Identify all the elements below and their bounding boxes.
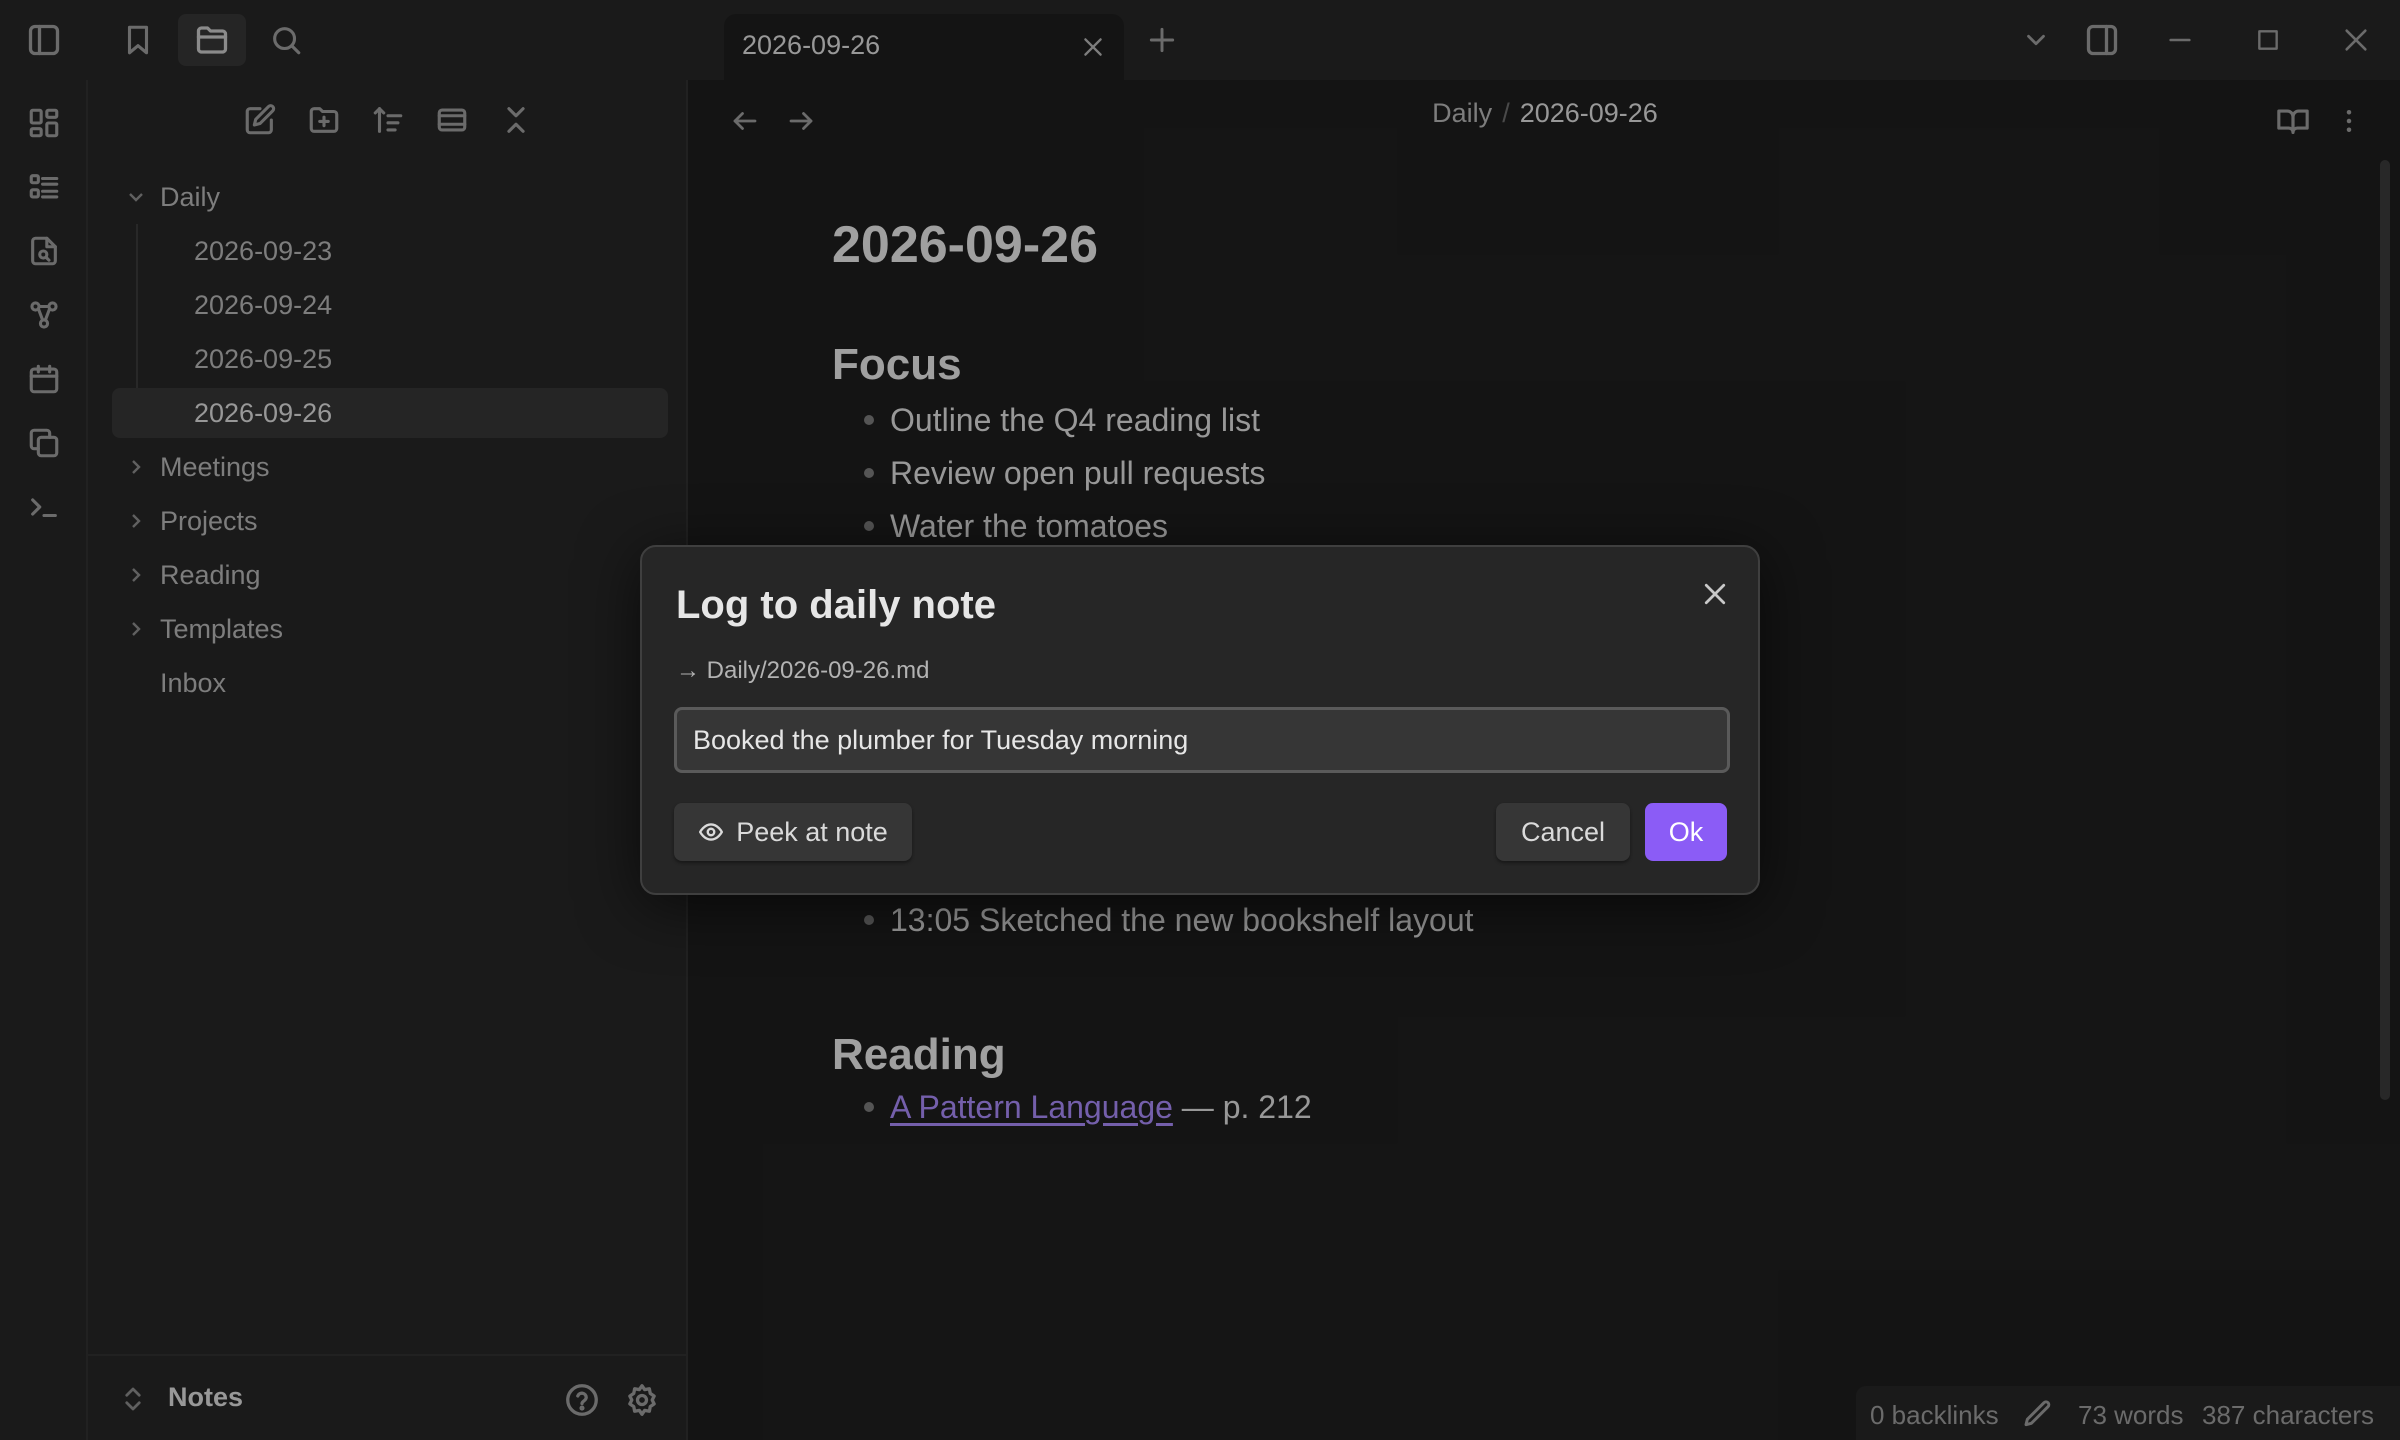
peek-at-note-button[interactable]: Peek at note	[674, 803, 912, 861]
close-icon	[1704, 583, 1726, 605]
target-path: → Daily/2026-09-26.md	[676, 657, 930, 684]
modal-title: Log to daily note	[676, 583, 996, 627]
ok-button[interactable]: Ok	[1645, 803, 1727, 861]
log-entry-input[interactable]	[674, 707, 1730, 773]
peek-label: Peek at note	[736, 816, 888, 847]
modal-close-button[interactable]	[1690, 569, 1740, 619]
log-to-daily-note-dialog: Log to daily note → Daily/2026-09-26.md …	[640, 545, 1760, 895]
cancel-button[interactable]: Cancel	[1496, 803, 1630, 861]
eye-icon	[699, 823, 724, 841]
